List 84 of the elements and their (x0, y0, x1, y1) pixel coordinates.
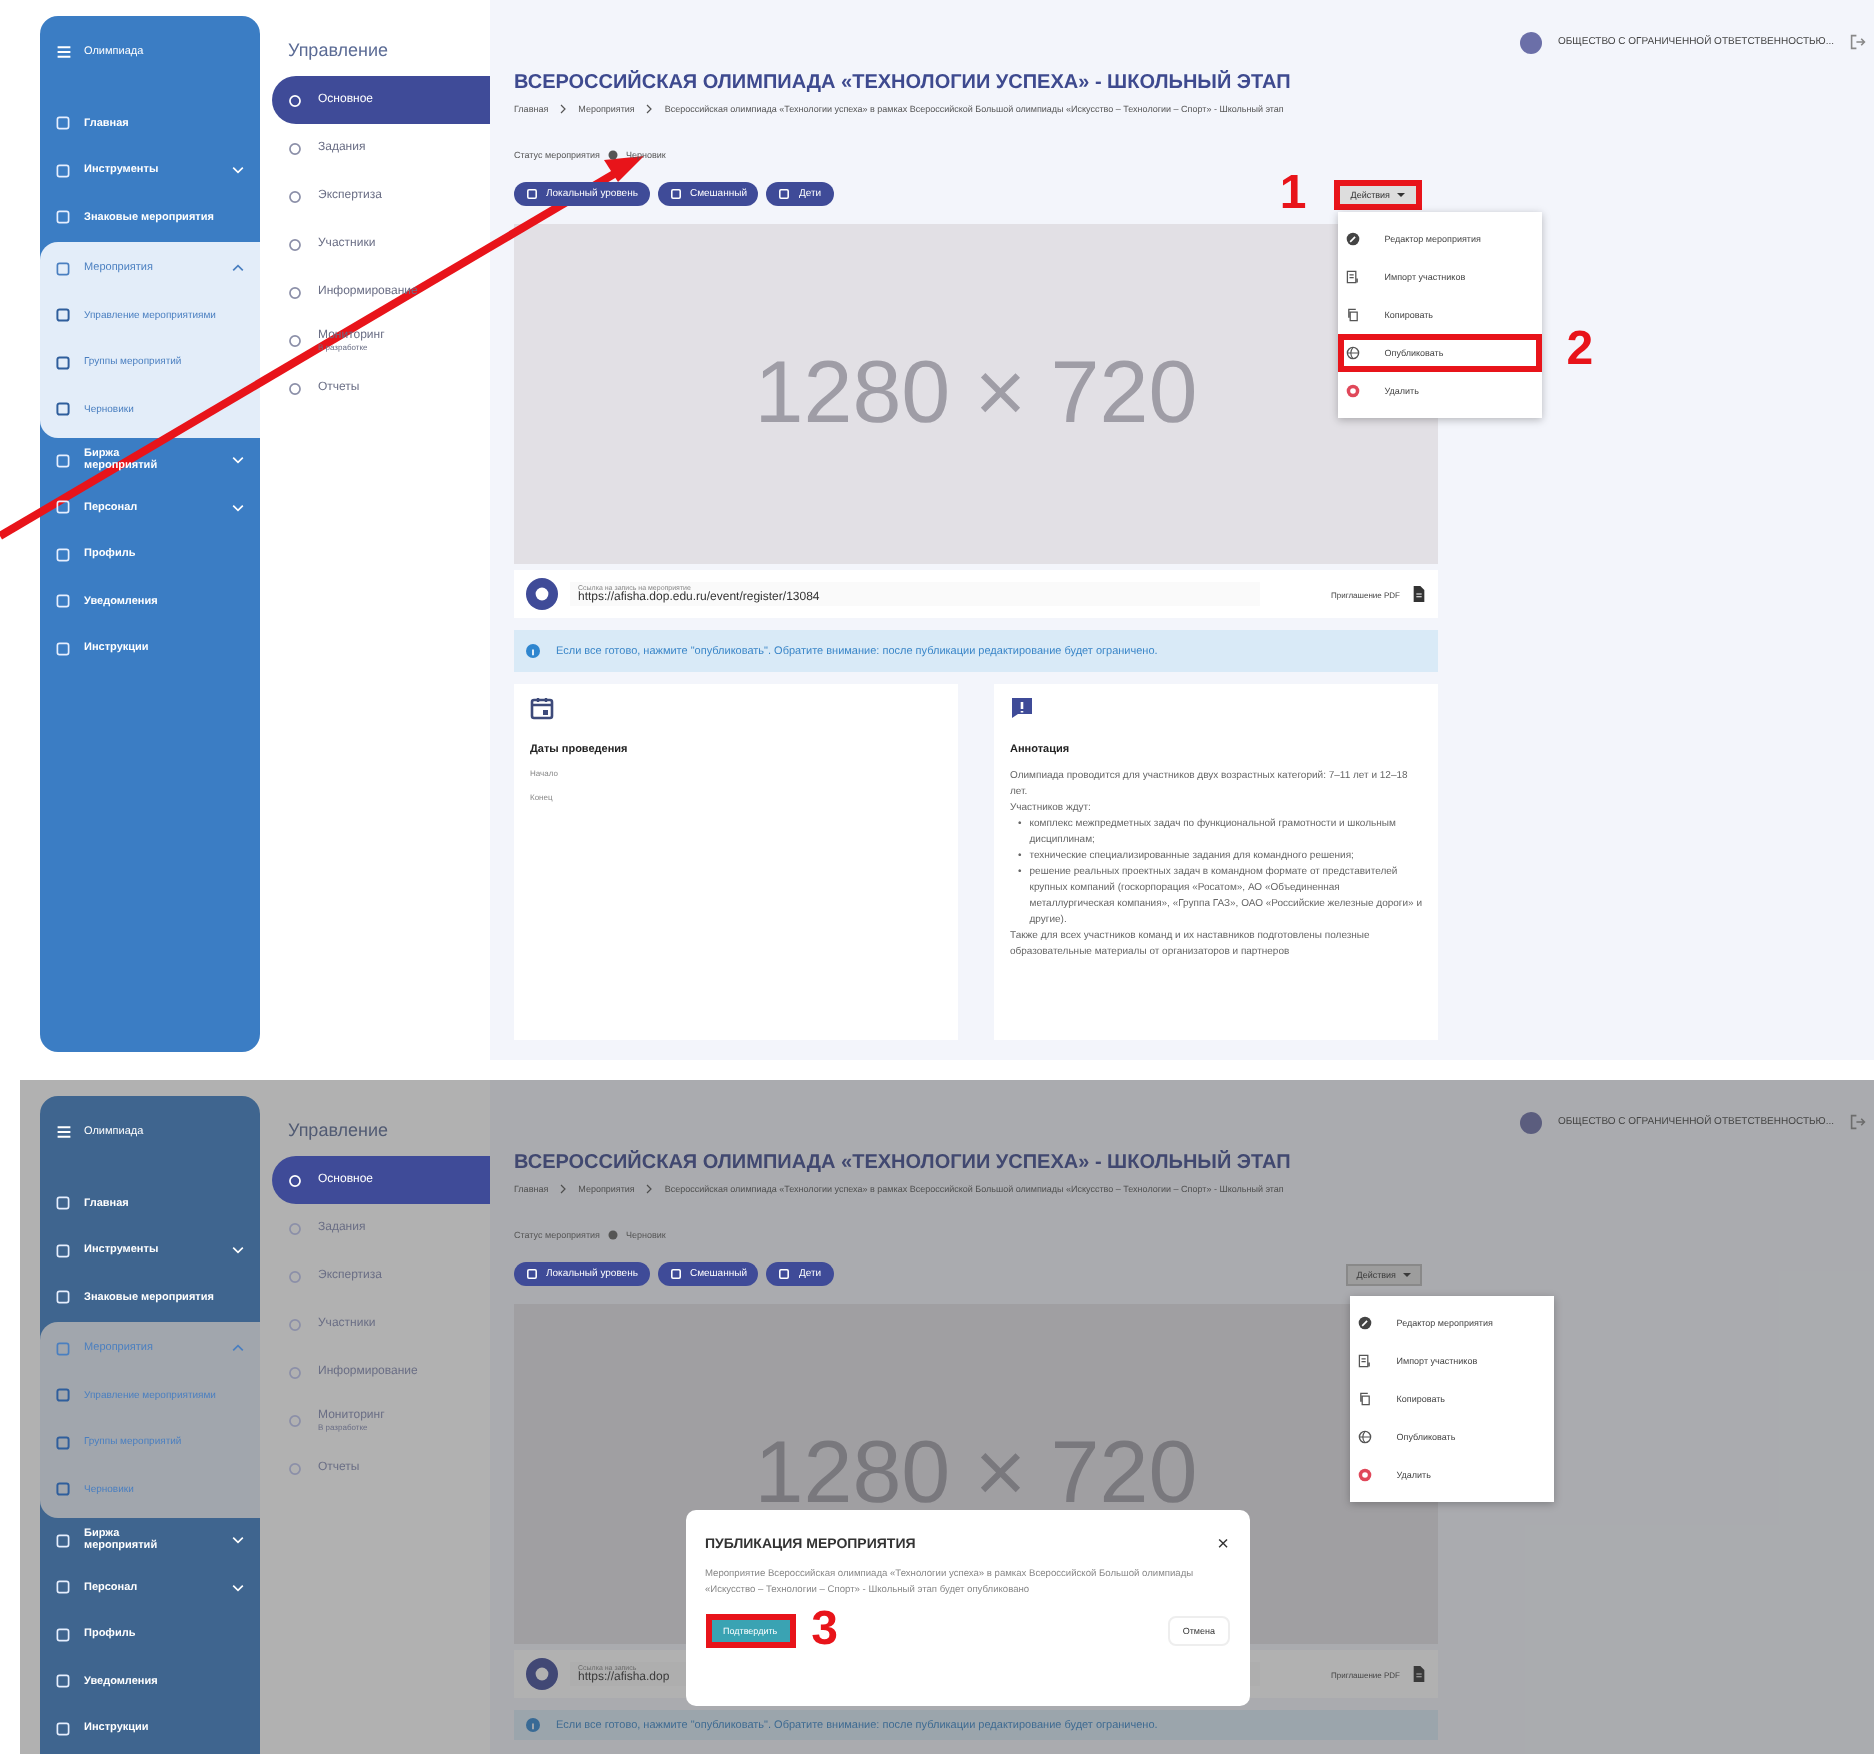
list-icon (1358, 1353, 1373, 1367)
exclamation-icon (1010, 696, 1034, 720)
circle-icon (288, 189, 302, 203)
circle-icon (288, 141, 302, 155)
square-icon (56, 1341, 70, 1356)
delete-icon (1358, 1467, 1373, 1481)
chevron-right-icon (646, 104, 653, 114)
image-size-text: 1280 × 720 (754, 344, 1198, 444)
square-icon (56, 116, 70, 131)
square-icon (56, 261, 70, 276)
square-icon (526, 1268, 538, 1280)
caret-icon (1396, 191, 1406, 197)
square-icon (56, 1533, 70, 1548)
section-heading: Управление (286, 1120, 391, 1144)
circle-icon (288, 285, 302, 299)
chevron-right-icon (560, 1184, 567, 1194)
copy-icon (1358, 1391, 1373, 1405)
square-icon (56, 1580, 70, 1595)
circle-icon (288, 1317, 302, 1331)
square-icon (56, 1388, 70, 1403)
square-icon (56, 308, 70, 323)
page-title: ВСЕРОССИЙСКАЯ ОЛИМПИАДА «ТЕХНОЛОГИИ УСПЕХА» - ШКОЛЬНЫЙ ЭТАП (514, 1152, 1293, 1174)
square-icon (669, 188, 682, 200)
square-icon (56, 641, 70, 656)
square-icon (56, 355, 70, 370)
square-icon (56, 1196, 70, 1211)
globe-icon (1346, 345, 1361, 359)
square-icon (56, 163, 70, 178)
square-icon (56, 210, 70, 225)
info-icon (526, 644, 540, 658)
square-icon (56, 1674, 70, 1689)
square-icon (56, 500, 70, 515)
circle-icon (288, 93, 302, 107)
square-icon (56, 547, 70, 562)
circle-icon (288, 333, 302, 347)
status-dot-icon (607, 1230, 618, 1240)
square-icon (56, 1243, 70, 1258)
step-number: 1 (1279, 170, 1307, 218)
page-title: ВСЕРОССИЙСКАЯ ОЛИМПИАДА «ТЕХНОЛОГИИ УСПЕХА» - ШКОЛЬНЫЙ ЭТАП (514, 72, 1293, 94)
square-icon (669, 1268, 682, 1280)
globe-icon (1358, 1429, 1373, 1443)
list-icon (1346, 269, 1361, 283)
step-number: 3 (811, 1606, 838, 1655)
chevron-right-icon (646, 1184, 653, 1194)
circle-icon (288, 237, 302, 251)
square-icon (778, 188, 791, 200)
square-icon (56, 1482, 70, 1497)
copy-icon (1346, 307, 1361, 321)
delete-icon (1346, 383, 1361, 397)
section-heading: Управление (286, 40, 391, 64)
square-icon (56, 1290, 70, 1305)
logout-icon[interactable] (1850, 34, 1866, 50)
calendar-icon (530, 696, 554, 720)
document-icon[interactable] (1412, 586, 1426, 602)
square-icon (526, 188, 538, 200)
pencil-icon (1346, 231, 1361, 245)
square-icon (56, 1627, 70, 1642)
circle-icon (288, 1365, 302, 1379)
chevron-right-icon (560, 104, 567, 114)
document-icon[interactable] (1412, 1666, 1426, 1682)
menu-icon[interactable] (56, 44, 72, 60)
circle-icon (288, 381, 302, 395)
caret-icon (1402, 1271, 1412, 1277)
avatar-icon (1520, 1111, 1543, 1133)
link-circle-icon (526, 1658, 558, 1690)
square-icon (56, 402, 70, 417)
link-circle-icon (526, 578, 558, 610)
avatar-icon (1520, 31, 1543, 53)
info-icon (526, 1718, 540, 1732)
step-number: 2 (1566, 325, 1594, 373)
circle-icon (288, 1173, 302, 1187)
menu-icon[interactable] (56, 1124, 72, 1140)
circle-icon (288, 1221, 302, 1235)
square-icon (56, 1435, 70, 1450)
status-dot-icon (607, 150, 618, 160)
square-icon (56, 453, 70, 468)
circle-icon (288, 1413, 302, 1427)
square-icon (778, 1268, 791, 1280)
circle-icon (288, 1461, 302, 1475)
circle-icon (288, 1269, 302, 1283)
pencil-icon (1358, 1315, 1373, 1329)
square-icon (56, 594, 70, 609)
close-button[interactable]: × (1217, 1534, 1229, 1556)
square-icon (56, 1721, 70, 1736)
